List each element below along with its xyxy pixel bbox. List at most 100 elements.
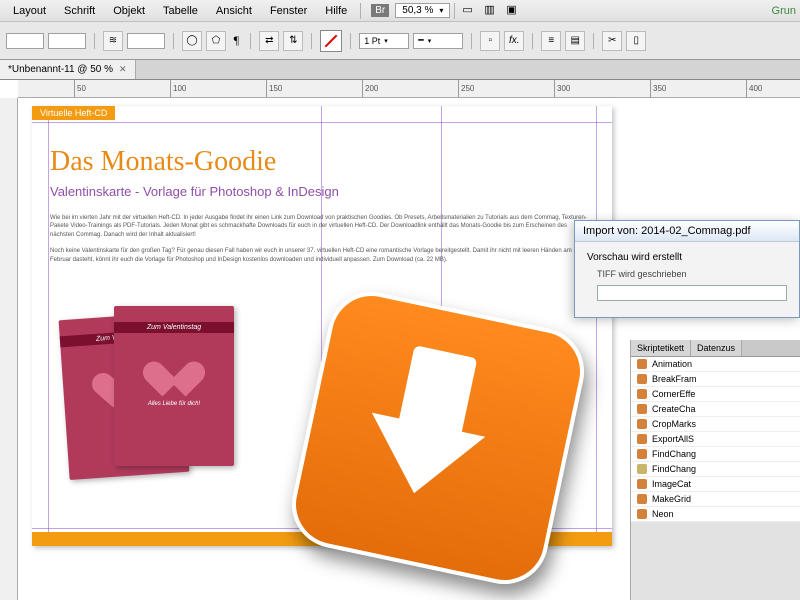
body-text-frame[interactable]: Wie bei im vierten Jahr mit der virtuell… <box>50 214 592 272</box>
document-tab-title: *Unbenannt-11 @ 50 % <box>8 64 113 75</box>
separator <box>471 33 472 49</box>
ruler-horizontal[interactable]: 50 100 150 200 250 300 350 400 <box>18 80 800 98</box>
import-dialog: Import von: 2014-02_Commag.pdf Vorschau … <box>574 220 800 318</box>
script-name: Neon <box>652 509 674 519</box>
zoom-dropdown[interactable]: 50,3 % <box>395 3 450 18</box>
script-icon <box>637 479 647 489</box>
drop-shadow-icon[interactable]: ▫ <box>480 31 500 51</box>
frame-icon[interactable]: ▯ <box>626 31 646 51</box>
text-wrap-icon[interactable]: ≋ <box>103 31 123 51</box>
headline[interactable]: Das Monats-Goodie <box>50 146 276 178</box>
script-name: FindChang <box>652 464 696 474</box>
script-row[interactable]: CreateCha <box>631 402 800 417</box>
menu-layout[interactable]: Layout <box>4 3 55 19</box>
arrange-icon[interactable]: ▥ <box>484 3 500 19</box>
script-row[interactable]: Animation <box>631 357 800 372</box>
document-tab-bar: *Unbenannt-11 @ 50 % ✕ <box>0 60 800 80</box>
guide-horizontal[interactable] <box>32 122 612 123</box>
script-row[interactable]: ImageCat <box>631 477 800 492</box>
script-icon <box>637 434 647 444</box>
script-name: ExportAllS <box>652 434 694 444</box>
ruler-tick: 300 <box>554 80 570 97</box>
separator <box>532 33 533 49</box>
script-icon <box>637 404 647 414</box>
separator <box>454 3 455 19</box>
subheadline[interactable]: Valentinskarte - Vorlage für Photoshop &… <box>50 184 339 199</box>
section-tag: Virtuelle Heft-CD <box>32 106 115 120</box>
script-name: CropMarks <box>652 419 696 429</box>
menu-schrift[interactable]: Schrift <box>55 3 104 19</box>
script-row[interactable]: CropMarks <box>631 417 800 432</box>
align-icon[interactable]: ≡ <box>541 31 561 51</box>
ruler-tick: 200 <box>362 80 378 97</box>
separator <box>173 33 174 49</box>
script-row[interactable]: ExportAllS <box>631 432 800 447</box>
fx-icon[interactable]: fx. <box>504 31 524 51</box>
screen-mode-icon[interactable]: ▣ <box>506 3 522 19</box>
stroke-weight-dropdown[interactable]: 1 Pt <box>359 33 409 49</box>
dialog-titlebar[interactable]: Import von: 2014-02_Commag.pdf <box>575 221 799 242</box>
script-row[interactable]: Neon <box>631 507 800 522</box>
flip-v-icon[interactable]: ⇅ <box>283 31 303 51</box>
download-logo[interactable] <box>284 284 592 592</box>
stroke-style-dropdown[interactable]: ━ <box>413 33 463 49</box>
view-mode-icon[interactable]: ▭ <box>462 3 478 19</box>
separator <box>350 33 351 49</box>
ruler-tick: 350 <box>650 80 666 97</box>
card-ribbon: Zum Valentinstag <box>114 322 234 333</box>
menu-tabelle[interactable]: Tabelle <box>154 3 207 19</box>
guide-vertical[interactable] <box>596 106 597 546</box>
script-name: MakeGrid <box>652 494 691 504</box>
script-name: CornerEffe <box>652 389 695 399</box>
crop-icon[interactable]: ✂ <box>602 31 622 51</box>
bridge-button[interactable]: Br <box>371 4 389 17</box>
script-row[interactable]: BreakFram <box>631 372 800 387</box>
script-row[interactable]: FindChang <box>631 462 800 477</box>
panel-tab-datenzus[interactable]: Datenzus <box>691 340 742 356</box>
control-bar: ≋ ◯ ⬠ ¶ ⇄ ⇅ 1 Pt ━ ▫ fx. ≡ ▤ ✂ ▯ <box>0 22 800 60</box>
menu-objekt[interactable]: Objekt <box>104 3 154 19</box>
menu-ansicht[interactable]: Ansicht <box>207 3 261 19</box>
close-tab-icon[interactable]: ✕ <box>119 64 127 75</box>
dialog-substatus-text: TIFF wird geschrieben <box>587 269 787 279</box>
script-icon <box>637 374 647 384</box>
script-row[interactable]: MakeGrid <box>631 492 800 507</box>
ruler-tick: 100 <box>170 80 186 97</box>
separator <box>593 33 594 49</box>
script-name: BreakFram <box>652 374 697 384</box>
coord-x-field[interactable] <box>6 33 44 49</box>
script-row[interactable]: CornerEffe <box>631 387 800 402</box>
menu-fenster[interactable]: Fenster <box>261 3 316 19</box>
ruler-tick: 400 <box>746 80 762 97</box>
separator <box>360 3 361 19</box>
flip-h-icon[interactable]: ⇄ <box>259 31 279 51</box>
card-footer-text: Alles Liebe für dich! <box>114 401 234 407</box>
heart-icon <box>154 347 194 383</box>
textframe-icon[interactable]: ▤ <box>565 31 585 51</box>
script-row[interactable]: FindChang <box>631 447 800 462</box>
circle-tool-icon[interactable]: ◯ <box>182 31 202 51</box>
polygon-tool-icon[interactable]: ⬠ <box>206 31 226 51</box>
workspace-label[interactable]: Grun <box>772 5 796 17</box>
document-tab[interactable]: *Unbenannt-11 @ 50 % ✕ <box>0 60 136 79</box>
paragraph: Wie bei im vierten Jahr mit der virtuell… <box>50 214 592 239</box>
valentine-card-front: Zum Valentinstag Alles Liebe für dich! <box>114 306 234 466</box>
wrap-offset-field[interactable] <box>127 33 165 49</box>
coord-y-field[interactable] <box>48 33 86 49</box>
separator <box>94 33 95 49</box>
script-icon <box>637 509 647 519</box>
ruler-tick: 250 <box>458 80 474 97</box>
panel-tab-skriptetikett[interactable]: Skriptetikett <box>631 340 691 356</box>
dialog-status-text: Vorschau wird erstellt <box>587 252 787 263</box>
menu-hilfe[interactable]: Hilfe <box>316 3 356 19</box>
scripts-list: Animation BreakFram CornerEffe CreateCha Cro… <box>631 357 800 522</box>
script-name: ImageCat <box>652 479 691 489</box>
guide-vertical[interactable] <box>48 106 49 546</box>
paragraph: Noch keine Valentinskarte für den großen… <box>50 247 592 264</box>
script-icon <box>637 449 647 459</box>
menu-bar: Layout Schrift Objekt Tabelle Ansicht Fe… <box>0 0 800 22</box>
fill-swatch[interactable] <box>320 30 342 52</box>
paragraph-icon[interactable]: ¶ <box>233 33 239 48</box>
script-name: CreateCha <box>652 404 696 414</box>
ruler-vertical[interactable] <box>0 98 18 600</box>
